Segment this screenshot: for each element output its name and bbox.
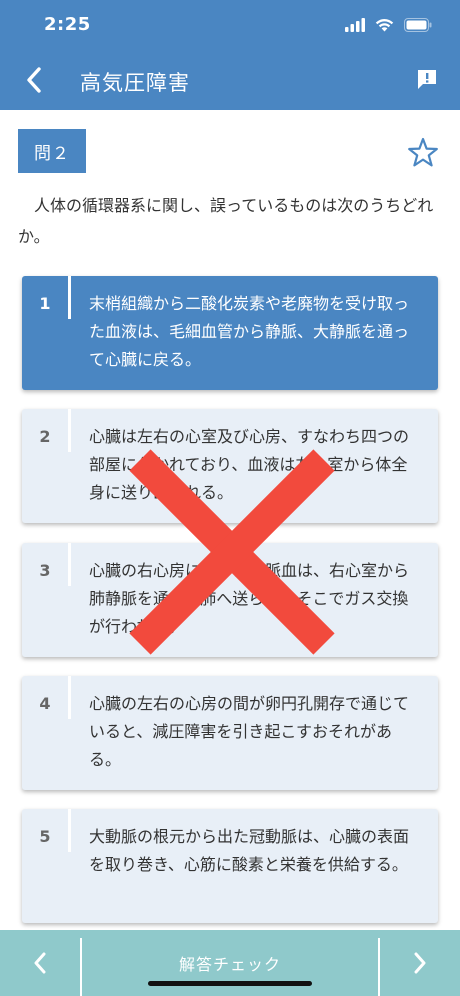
choice-number: 2 (39, 427, 51, 446)
bookmark-button[interactable] (406, 136, 440, 170)
question-text: 人体の循環器系に関し、誤っているものは次のうちどれか。 (18, 196, 434, 246)
answer-check-button[interactable]: 解答チェック (82, 930, 378, 996)
choice-4[interactable]: 4 心臓の左右の心房の間が卵円孔開存で通じていると、減圧障害を引き起こすおそれが… (22, 676, 438, 790)
page-title: 高気圧障害 (80, 71, 190, 95)
back-button[interactable] (14, 60, 54, 100)
star-outline-icon (408, 137, 438, 167)
status-time: 2:25 (44, 14, 91, 35)
choice-5[interactable]: 5 大動脈の根元から出た冠動脈は、心臓の表面を取り巻き、心筋に酸素と栄養を供給す… (22, 809, 438, 923)
signal-icon (345, 18, 365, 32)
question-number: 問２ (18, 129, 86, 173)
choice-divider (68, 676, 71, 719)
next-button[interactable] (380, 930, 460, 996)
choice-text: 心臓は左右の心室及び心房、すなわち四つの部屋に分かれており、血液は左心室から体全… (89, 427, 410, 502)
chevron-right-icon (414, 952, 426, 974)
wifi-icon (375, 19, 394, 32)
bottom-toolbar: 解答チェック (0, 930, 460, 996)
choice-text: 末梢組織から二酸化炭素や老廃物を受け取った血液は、毛細血管から静脈、大静脈を通っ… (89, 294, 410, 369)
chevron-left-icon (27, 67, 41, 93)
choice-divider (68, 543, 71, 586)
choice-3[interactable]: 3 心臓の右心房に戻った静脈血は、右心室から肺静脈を通って肺へ送られ、そこでガス… (22, 543, 438, 657)
choice-divider (68, 276, 71, 319)
choice-2[interactable]: 2 心臓は左右の心室及び心房、すなわち四つの部屋に分かれており、血液は左心室から… (22, 409, 438, 523)
report-icon (418, 70, 436, 89)
choice-number: 4 (39, 694, 51, 713)
report-button[interactable] (412, 64, 442, 94)
navigation-bar: 2:25 高気圧障害 (0, 0, 460, 110)
choice-divider (68, 809, 71, 852)
home-indicator (148, 981, 312, 986)
previous-button[interactable] (0, 930, 80, 996)
choice-text: 心臓の左右の心房の間が卵円孔開存で通じていると、減圧障害を引き起こすおそれがある… (89, 694, 410, 769)
choice-number: 5 (39, 827, 51, 846)
choice-text: 大動脈の根元から出た冠動脈は、心臓の表面を取り巻き、心筋に酸素と栄養を供給する。 (89, 827, 410, 874)
choice-number: 3 (39, 561, 51, 580)
status-icons (345, 14, 432, 36)
battery-icon (404, 18, 432, 32)
choice-number: 1 (39, 294, 51, 313)
choice-divider (68, 409, 71, 452)
choice-1[interactable]: 1 末梢組織から二酸化炭素や老廃物を受け取った血液は、毛細血管から静脈、大静脈を… (22, 276, 438, 390)
chevron-left-icon (34, 952, 46, 974)
choice-text: 心臓の右心房に戻った静脈血は、右心室から肺静脈を通って肺へ送られ、そこでガス交換… (89, 561, 410, 636)
